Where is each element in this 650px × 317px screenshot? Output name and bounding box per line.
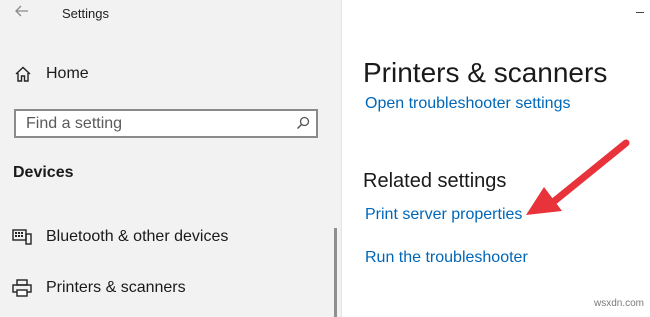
window-title: Settings [62, 6, 109, 21]
sidebar-item-printers-label: Printers & scanners [46, 279, 186, 296]
sidebar-item-printers[interactable]: Printers & scanners [12, 276, 186, 300]
sidebar-item-home-label: Home [46, 65, 89, 82]
sidebar-item-bluetooth-label: Bluetooth & other devices [46, 228, 229, 245]
page-title: Printers & scanners [363, 57, 608, 88]
section-heading-devices: Devices [13, 164, 74, 181]
back-arrow-icon[interactable] [12, 3, 32, 23]
sidebar-scrollbar[interactable] [334, 228, 337, 317]
print-server-properties-link[interactable]: Print server properties [365, 206, 522, 224]
bluetooth-devices-icon [12, 228, 32, 246]
pane-divider [341, 0, 342, 317]
watermark-text: wsxdn.com [594, 298, 645, 309]
annotation-arrow-icon [526, 139, 630, 215]
printer-icon [12, 279, 32, 297]
related-settings-heading: Related settings [363, 170, 507, 192]
search-icon[interactable] [296, 116, 310, 130]
search-box[interactable] [14, 109, 318, 138]
sidebar: Settings Home Devices [0, 0, 341, 317]
sidebar-item-bluetooth[interactable]: Bluetooth & other devices [12, 225, 228, 249]
search-input[interactable] [16, 111, 296, 136]
home-icon [14, 65, 32, 83]
minimize-icon[interactable] [636, 12, 644, 13]
open-troubleshooter-settings-link[interactable]: Open troubleshooter settings [365, 95, 570, 113]
sidebar-item-home[interactable]: Home [14, 62, 89, 86]
run-troubleshooter-link[interactable]: Run the troubleshooter [365, 249, 528, 267]
